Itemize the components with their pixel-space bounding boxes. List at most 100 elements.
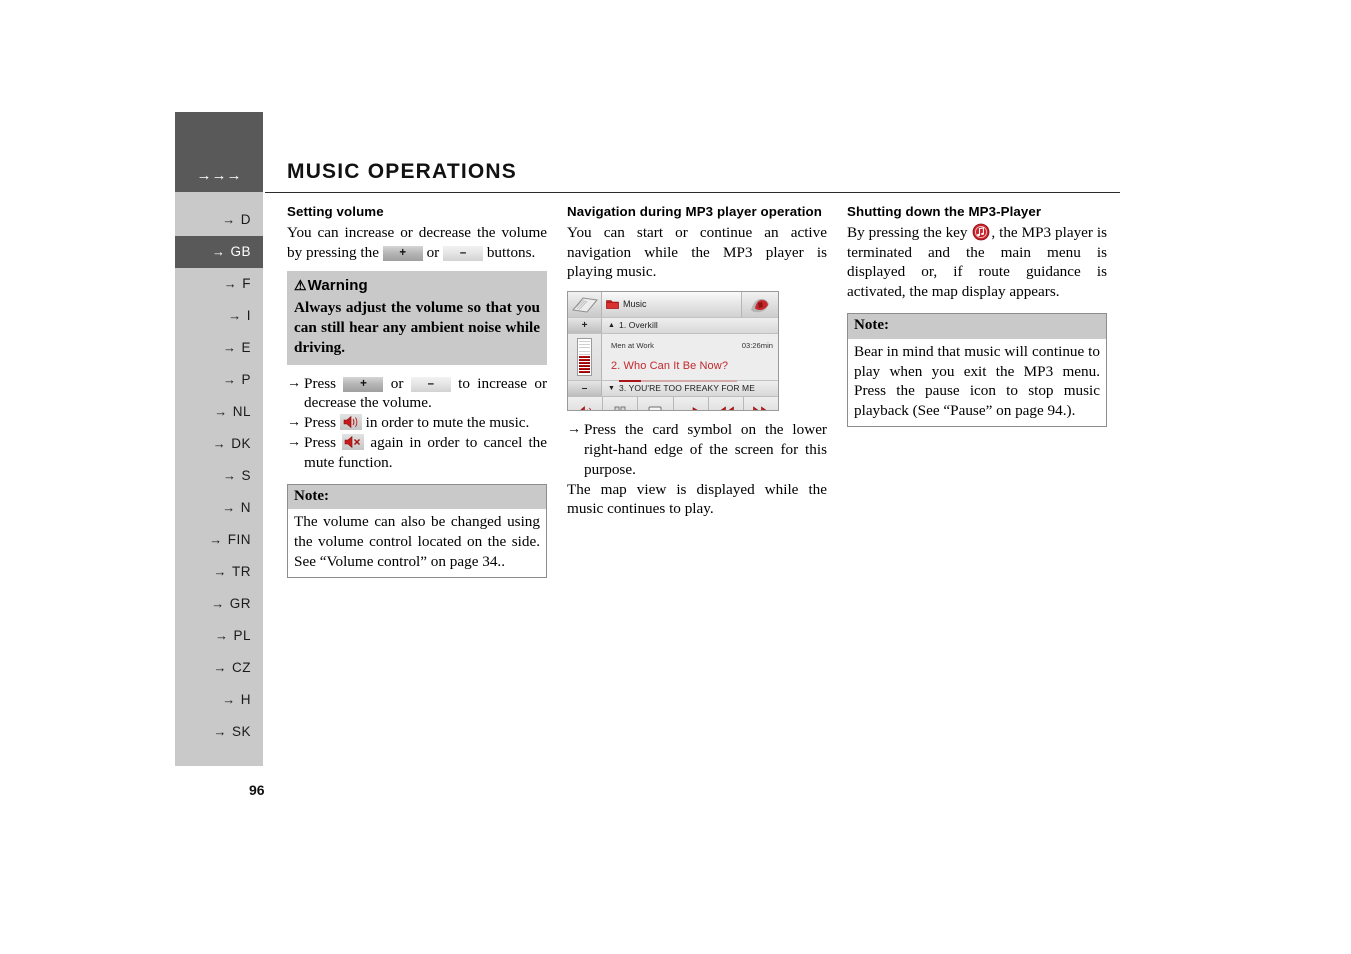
paragraph-navigation-intro: You can start or continue an active navi… [567, 223, 827, 281]
warning-triangle-icon: ⚠ [294, 277, 307, 294]
note-box-volume: Note: The volume can also be changed usi… [287, 483, 547, 578]
arrow-icon: → [228, 308, 242, 323]
triangle-down-icon: ▼ [608, 384, 616, 392]
sidebar-item-sk[interactable]: → SK [175, 716, 263, 748]
player-previous-track-label: 1. Overkill [619, 319, 658, 330]
sidebar-item-label: DK [231, 436, 251, 451]
volume-bar [579, 364, 590, 368]
arrow-bullet-icon: → [287, 415, 301, 431]
sidebar-item-p[interactable]: → P [175, 364, 263, 396]
arrow-icon: → [212, 436, 227, 451]
sidebar-item-gb[interactable]: → GB [175, 236, 263, 268]
sidebar-item-fin[interactable]: → FIN [175, 524, 263, 556]
arrow-icon: → [213, 724, 227, 739]
arrow-right-icon[interactable] [673, 397, 709, 411]
volume-bar [579, 352, 590, 355]
warning-title: Warning [307, 277, 368, 295]
speaker-mute-icon[interactable] [342, 433, 365, 450]
sidebar-item-i[interactable]: → I [175, 300, 263, 332]
minus-key-step[interactable]: – [410, 376, 451, 392]
step-press-card-symbol: → Press the card symbol on the lower righ… [567, 420, 827, 479]
step-press-mute: → Press in order to mute the music. [287, 413, 547, 433]
stop-icon[interactable] [638, 397, 674, 411]
sidebar-item-gr[interactable]: → GR [175, 588, 263, 620]
player-volume-indicator [568, 334, 602, 381]
volume-bar [579, 355, 590, 358]
arrow-icon: → [213, 564, 227, 579]
mute-icon[interactable] [568, 397, 604, 411]
sidebar-item-label: GR [229, 596, 251, 611]
arrow-icon: → [214, 628, 229, 643]
manual-page: →→→ → D → GB → F → I → E → P → NL → DK → S → N → FIN → TR → GR → PL… [0, 0, 1351, 954]
sidebar-item-cz[interactable]: → CZ [175, 652, 263, 684]
speaker-on-icon[interactable] [339, 414, 362, 431]
title-divider [265, 192, 1120, 193]
sidebar-item-label: FIN [227, 532, 251, 547]
sidebar-item-e[interactable]: → E [175, 332, 263, 364]
warning-title-row: ⚠Warning [294, 276, 540, 296]
player-previous-track[interactable]: ▲ 1. Overkill [602, 318, 778, 334]
paragraph-volume-intro: You can increase or decrease the volume … [287, 223, 547, 263]
arrow-bullet-icon: → [287, 375, 301, 391]
step1-mid: or [383, 374, 411, 392]
volume-bar [579, 358, 590, 361]
intro-text-c: buttons. [483, 243, 536, 261]
page-number: 96 [249, 782, 265, 798]
sidebar-item-label: I [246, 308, 251, 323]
volume-steps-list: → Press + or – to increase or decrease th… [287, 374, 547, 473]
sidebar-item-pl[interactable]: → PL [175, 620, 263, 652]
step2-text-a: Press [304, 414, 340, 432]
sidebar-item-label: E [241, 340, 251, 355]
folder-icon [606, 299, 619, 310]
sidebar-item-label: GB [230, 244, 251, 259]
page-title: MUSIC OPERATIONS [287, 160, 517, 183]
rewind-icon[interactable] [708, 397, 744, 411]
sidebar-item-f[interactable]: → F [175, 268, 263, 300]
note-heading: Note: [288, 484, 546, 510]
arrow-icon: → [222, 500, 236, 515]
intro-text-b: or [422, 243, 444, 261]
arrow-icon: → [222, 468, 237, 483]
player-progress-bar[interactable] [619, 379, 737, 382]
step-press-plus-minus: → Press + or – to increase or decrease th… [287, 374, 547, 414]
arrow-bullet-icon: → [287, 434, 301, 450]
heading-shutting-down: Shutting down the MP3-Player [847, 204, 1042, 219]
plus-key-step[interactable]: + [343, 376, 384, 392]
note-body: The volume can also be changed using the… [288, 509, 546, 577]
mp3-key-icon[interactable] [972, 223, 990, 241]
player-volume-up-button[interactable]: + [568, 318, 602, 334]
sidebar-item-s[interactable]: → S [175, 460, 263, 492]
player-volume-down-button[interactable]: – [568, 381, 602, 397]
player-title-bar[interactable]: Music [602, 292, 742, 318]
sidebar-item-tr[interactable]: → TR [175, 556, 263, 588]
plus-key-inline[interactable]: + [382, 245, 423, 261]
player-next-track[interactable]: ▼ 3. YOU'RE TOO FREAKY FOR ME [602, 381, 778, 397]
section-tab-header: →→→ [175, 112, 263, 192]
sidebar-item-label: PL [233, 628, 251, 643]
player-folder-label: Music [623, 298, 647, 309]
sidebar-item-label: S [241, 468, 251, 483]
player-duration: 03:26min [741, 341, 773, 351]
paragraph-map-view-outro: The map view is displayed while the musi… [567, 480, 827, 518]
sidebar-item-dk[interactable]: → DK [175, 428, 263, 460]
sidebar-item-n[interactable]: → N [175, 492, 263, 524]
player-next-track-row: – ▼ 3. YOU'RE TOO FREAKY FOR ME [568, 380, 778, 397]
player-now-playing: Men at Work 03:26min 2. Who Can It Be No… [568, 333, 778, 382]
sidebar-item-label: TR [232, 564, 251, 579]
pause-icon[interactable] [603, 397, 639, 411]
fast-forward-icon[interactable] [743, 397, 778, 411]
player-progress-fill [619, 379, 642, 382]
arrow-icon: → [209, 532, 223, 547]
minus-key-inline[interactable]: – [443, 245, 484, 261]
player-current-track: 2. Who Can It Be Now? [611, 359, 729, 372]
arrow-icon: → [211, 244, 226, 259]
book-icon[interactable] [568, 292, 602, 318]
sidebar-item-d[interactable]: → D [175, 204, 263, 236]
arrow-icon: → [213, 660, 227, 675]
sidebar-item-nl[interactable]: → NL [175, 396, 263, 428]
player-prev-track-row: + ▲ 1. Overkill [568, 317, 778, 334]
sidebar-item-h[interactable]: → H [175, 684, 263, 716]
triangle-up-icon: ▲ [608, 321, 616, 329]
card-map-icon[interactable] [742, 292, 778, 318]
tab-arrows: →→→ [196, 167, 242, 184]
